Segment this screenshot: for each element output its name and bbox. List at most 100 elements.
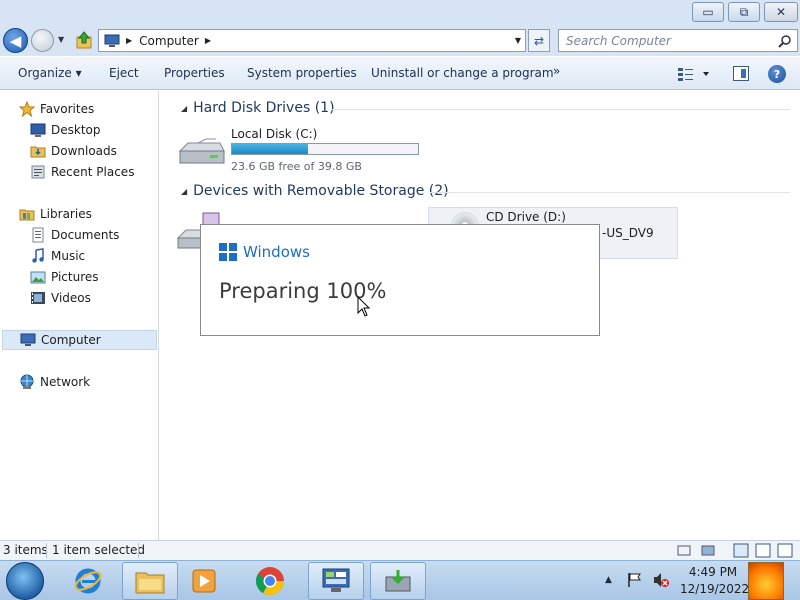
videos-icon [30,290,46,306]
drive-c-label: Local Disk (C:) [231,127,318,141]
forward-button[interactable] [31,29,54,52]
navigation-pane: Favorites Desktop Downloads Recent Place… [0,91,159,540]
change-view-icon[interactable] [677,66,713,82]
selection-count: 1 item selected [52,543,146,557]
nav-network[interactable]: Network [19,372,90,392]
nav-libraries[interactable]: Libraries [19,204,92,224]
preview-pane-button[interactable] [733,66,749,81]
organize-button[interactable]: Organize ▾ [18,66,82,80]
eject-button[interactable]: Eject [109,66,139,80]
more-commands-button[interactable]: » [553,64,560,78]
nav-desktop[interactable]: Desktop [30,120,101,140]
command-bar: Organize ▾ Eject Properties System prope… [0,57,800,90]
cd-volume-label: -US_DV9 [602,226,654,240]
status-separator [138,543,139,558]
collapse-chevron-icon[interactable]: ◢ [181,104,187,113]
computer-icon [20,332,36,348]
search-input[interactable]: Search Computer [558,29,798,52]
status-bar: 3 items 1 item selected [0,540,800,560]
refresh-button[interactable]: ⇄ [528,29,550,52]
volume-muted-icon[interactable] [652,571,670,589]
nav-pictures-label: Pictures [51,270,99,284]
nav-documents-label: Documents [51,228,120,242]
start-button[interactable] [6,562,44,600]
status-separator [46,543,47,558]
system-properties-button[interactable]: System properties [247,66,357,80]
nav-recent-places[interactable]: Recent Places [30,162,134,182]
removable-storage-group-header[interactable]: ◢ Devices with Removable Storage (2) [181,183,449,199]
search-icon[interactable] [778,34,792,48]
drive-c-free-space: 23.6 GB free of 39.8 GB [231,160,362,173]
breadcrumb-chevron-icon[interactable]: ▶ [126,36,132,45]
history-dropdown-icon[interactable]: ▼ [58,35,68,45]
taskbar-control-panel[interactable] [308,562,364,600]
setup-icon [385,570,411,592]
taskbar-chrome[interactable] [248,562,292,600]
drive-c-usage-bar [231,143,419,155]
close-button[interactable]: ✕ [764,2,798,22]
recent-places-icon [30,164,46,180]
group-divider [330,109,790,110]
nav-favorites[interactable]: Favorites [19,99,94,119]
pictures-icon [30,269,46,285]
show-desktop-button[interactable] [748,562,784,600]
nav-videos[interactable]: Videos [30,288,91,308]
properties-button[interactable]: Properties [164,66,225,80]
computer-icon [104,34,120,47]
chrome-icon [256,567,284,595]
hard-disk-group-label: Hard Disk Drives (1) [193,100,335,116]
title-bar: ▭ ⧉ ✕ [0,0,800,26]
group-divider [430,192,790,193]
taskbar: ▲ 4:49 PM 12/19/2022 [0,560,800,600]
documents-icon [30,227,46,243]
show-hidden-icons-icon[interactable]: ▲ [605,575,612,585]
collapse-chevron-icon[interactable]: ◢ [181,187,187,196]
nav-recent-places-label: Recent Places [51,165,135,179]
control-panel-icon [322,568,350,592]
address-row: ◀ ▼ ▶ Computer ▶ ▼ ⇄ Search Computer [0,26,800,56]
item-count: 3 items [3,543,48,557]
nav-pictures[interactable]: Pictures [30,267,99,287]
drive-c-usage-fill [232,144,308,154]
clock-time[interactable]: 4:49 PM [684,565,742,579]
nav-music[interactable]: Music [30,246,85,266]
view-toggle-icon[interactable] [732,542,798,559]
media-player-icon [192,569,216,593]
nav-computer[interactable]: Computer [2,330,157,350]
search-placeholder: Search Computer [566,33,671,48]
maximize-button[interactable]: ⧉ [728,2,760,22]
preparing-dialog: Windows Preparing 100% [200,224,600,336]
action-center-flag-icon[interactable] [626,571,644,589]
back-button[interactable]: ◀ [3,28,28,53]
breadcrumb-chevron-icon[interactable]: ▶ [205,36,211,45]
breadcrumb-computer[interactable]: Computer [139,34,199,48]
clock-date[interactable]: 12/19/2022 [680,582,749,596]
windows-logo-icon [219,243,237,261]
help-button[interactable]: ? [768,65,786,83]
taskbar-media-player[interactable] [182,562,226,600]
mouse-cursor-icon [357,296,371,317]
nav-downloads[interactable]: Downloads [30,141,117,161]
nav-network-label: Network [40,375,91,389]
taskbar-setup[interactable] [370,562,426,600]
address-dropdown-icon[interactable]: ▼ [515,36,521,45]
hard-disk-group-header[interactable]: ◢ Hard Disk Drives (1) [181,100,335,116]
removable-storage-group-label: Devices with Removable Storage (2) [193,183,449,199]
nav-documents[interactable]: Documents [30,225,119,245]
nav-videos-label: Videos [51,291,91,305]
nav-music-label: Music [51,249,86,263]
taskbar-windows-explorer[interactable] [122,562,178,600]
nav-desktop-label: Desktop [51,123,101,137]
cd-drive-label: CD Drive (D:) [486,210,566,224]
taskbar-internet-explorer[interactable] [66,562,110,600]
music-icon [30,248,46,264]
local-disk-c-item[interactable]: Local Disk (C:) 23.6 GB free of 39.8 GB [176,125,436,173]
uninstall-program-button[interactable]: Uninstall or change a program [371,66,554,80]
address-bar[interactable]: ▶ Computer ▶ ▼ [98,29,526,52]
nav-downloads-label: Downloads [51,144,117,158]
status-view-icon [677,545,715,556]
minimize-button[interactable]: ▭ [692,2,724,22]
up-folder-icon[interactable] [76,31,92,49]
dialog-brand: Windows [243,243,310,261]
folder-icon [135,572,165,594]
